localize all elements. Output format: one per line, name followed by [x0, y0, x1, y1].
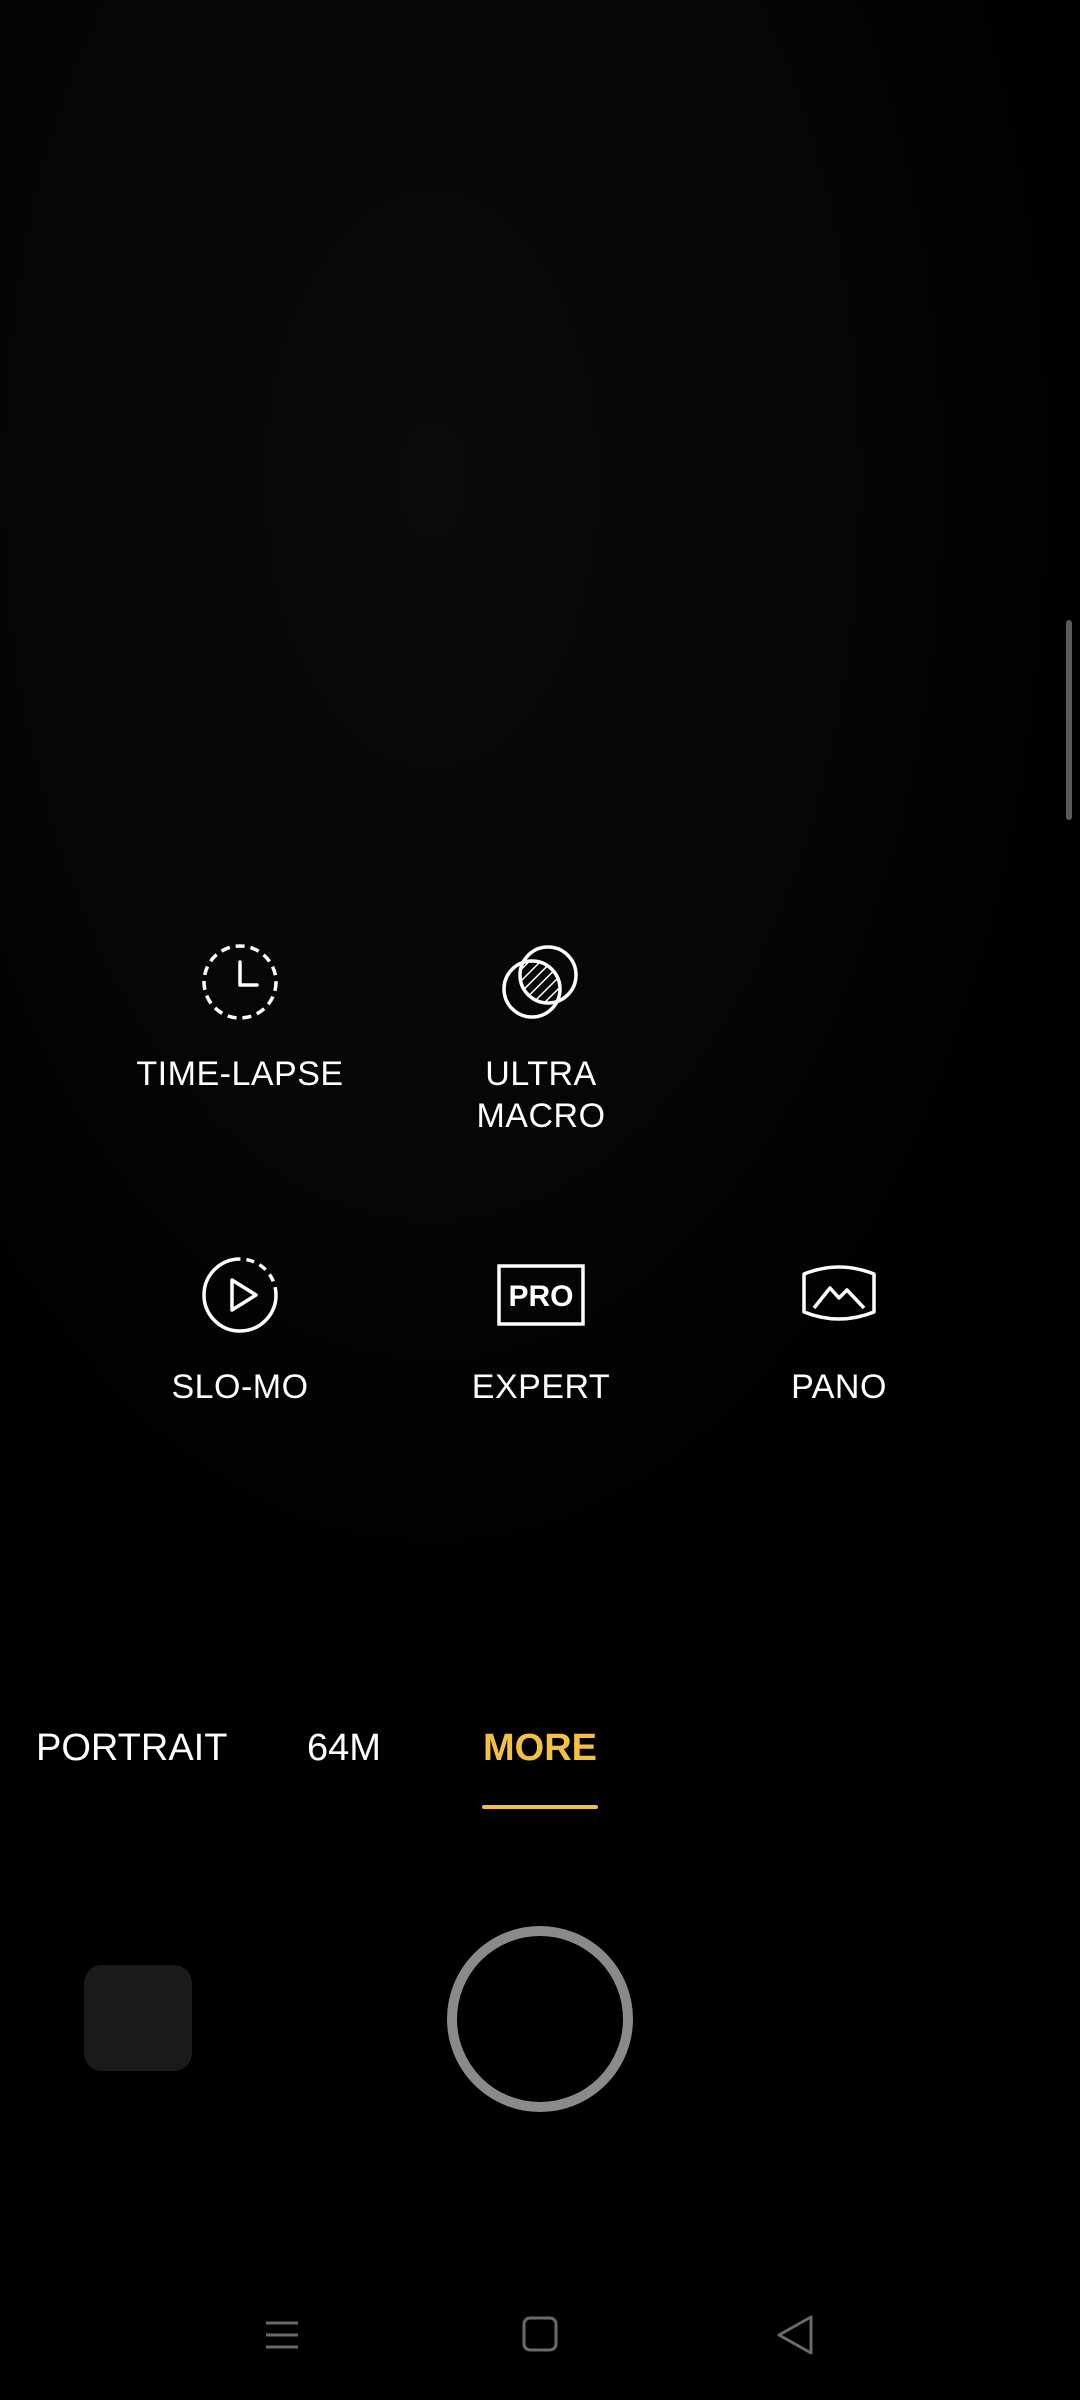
mode-expert-button[interactable]: PRO EXPERT — [411, 1250, 671, 1480]
scroll-indicator — [1066, 620, 1072, 820]
tab-64m[interactable]: 64M — [307, 1723, 381, 1773]
mode-time-lapse-label: TIME-LAPSE — [136, 1055, 344, 1093]
tab-more[interactable]: MORE — [483, 1723, 597, 1773]
menu-lines-icon[interactable] — [252, 2310, 312, 2360]
system-navigation-bar — [0, 2290, 1080, 2380]
mode-slo-mo-label: SLO-MO — [171, 1368, 309, 1406]
ultra-macro-icon — [502, 945, 578, 1019]
panorama-icon — [802, 1265, 876, 1321]
pro-icon: PRO — [497, 1264, 585, 1326]
mode-time-lapse-button[interactable]: TIME-LAPSE — [110, 937, 370, 1167]
pro-icon-text: PRO — [508, 1280, 573, 1313]
mode-expert-label: EXPERT — [471, 1368, 611, 1406]
camera-mode-bar: PORTRAIT 64M MORE — [0, 1705, 1080, 1815]
timelapse-icon — [202, 944, 278, 1020]
gallery-thumbnail[interactable] — [84, 1965, 192, 2071]
mode-slo-mo-button[interactable]: SLO-MO — [110, 1250, 370, 1480]
triangle-back-icon[interactable] — [765, 2310, 825, 2360]
slomo-icon — [202, 1257, 278, 1333]
mode-pano-button[interactable]: PANO — [709, 1250, 969, 1480]
active-tab-indicator — [482, 1805, 598, 1809]
mode-pano-label: PANO — [791, 1368, 887, 1406]
shutter-button[interactable] — [447, 1926, 633, 2112]
tab-portrait[interactable]: PORTRAIT — [36, 1723, 227, 1773]
mode-ultra-macro-button[interactable]: ULTRA MACRO — [411, 937, 671, 1167]
mode-ultra-macro-label: ULTRA MACRO — [476, 1055, 606, 1135]
square-home-icon[interactable] — [510, 2310, 570, 2360]
